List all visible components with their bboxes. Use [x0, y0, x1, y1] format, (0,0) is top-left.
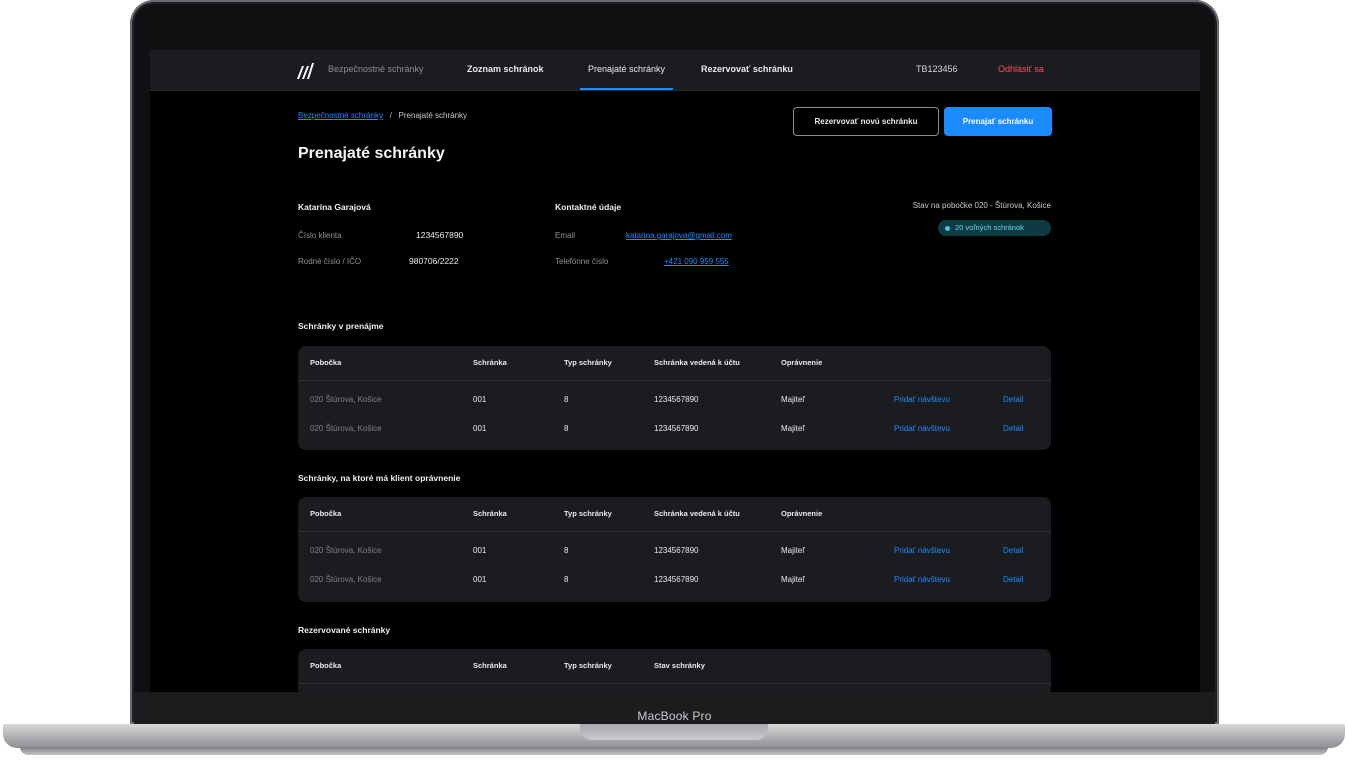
col-type: Typ schránky [564, 509, 612, 518]
client-number-value: 1234567890 [416, 230, 464, 240]
table-row: 020 Štúrova, Košice 001 8 1234567890 Maj… [298, 538, 1051, 567]
col-branch: Pobočka [310, 661, 342, 670]
cell-box: 001 [473, 546, 487, 555]
add-visit-link[interactable]: Pridať návštevu [894, 424, 950, 433]
rent-box-button[interactable]: Prenajať schránku [944, 107, 1052, 136]
col-type: Typ schránky [564, 661, 612, 670]
cell-box: 001 [473, 424, 487, 433]
add-visit-link[interactable]: Pridať návštevu [894, 575, 950, 584]
cell-account: 1234567890 [654, 575, 699, 584]
bank-logo-icon[interactable] [295, 62, 315, 80]
cell-branch: 020 Štúrova, Košice [310, 546, 382, 555]
free-boxes-badge: 20 voľných schránok [938, 220, 1051, 236]
cell-permission: Majiteľ [781, 575, 805, 584]
cell-account: 1234567890 [654, 395, 699, 404]
top-navigation-bar: Bezpečnostné schránky Zoznam schránok Pr… [150, 50, 1200, 91]
col-box: Schránka [473, 358, 507, 367]
contact-title: Kontaktné údaje [555, 202, 622, 212]
cell-permission: Majiteľ [781, 395, 805, 404]
phone-link[interactable]: +421 090 959 555 [664, 257, 729, 266]
cell-box: 001 [473, 395, 487, 404]
nav-rented-boxes[interactable]: Prenajaté schránky [580, 50, 673, 90]
col-account: Schránka vedená k účtu [654, 509, 740, 518]
free-boxes-text: 20 voľných schránok [955, 223, 1024, 232]
email-label: Email [555, 231, 576, 240]
breadcrumb-current: Prenajaté schránky [398, 111, 468, 120]
cell-type: 8 [564, 546, 569, 555]
breadcrumb: Bezpečnostné schránky / Prenajaté schrán… [298, 111, 467, 120]
logout-link[interactable]: Odhlásiť sa [998, 64, 1044, 74]
email-link[interactable]: katarina.garajova@gmail.com [626, 231, 732, 240]
cell-permission: Majiteľ [781, 546, 805, 555]
cell-permission: Majiteľ [781, 424, 805, 433]
laptop-bezel-bottom: MacBook Pro [134, 692, 1215, 724]
detail-link[interactable]: Detail [1003, 424, 1023, 433]
cell-account: 1234567890 [654, 424, 699, 433]
rented-boxes-table: Pobočka Schránka Typ schránky Schránka v… [298, 346, 1051, 450]
col-branch: Pobočka [310, 358, 342, 367]
birth-number-label: Rodné číslo / IČO [298, 257, 362, 266]
col-type: Typ schránky [564, 358, 612, 367]
add-visit-link[interactable]: Pridať návštevu [894, 546, 950, 555]
col-box: Schránka [473, 509, 507, 518]
breadcrumb-root-link[interactable]: Bezpečnostné schránky [298, 111, 383, 120]
brand-name[interactable]: Bezpečnostné schránky [328, 64, 424, 74]
user-id: TB123456 [916, 64, 958, 74]
birth-number-value: 980706/2222 [409, 256, 459, 266]
authorized-boxes-table: Pobočka Schránka Typ schránky Schránka v… [298, 497, 1051, 602]
table-header: Pobočka Schránka Typ schránky Schránka v… [298, 497, 1051, 532]
detail-link[interactable]: Detail [1003, 575, 1023, 584]
breadcrumb-separator: / [389, 111, 392, 120]
cell-box: 001 [473, 575, 487, 584]
table-row: 020 Štúrova, Košice 001 8 1234567890 Maj… [298, 416, 1051, 445]
cell-type: 8 [564, 575, 569, 584]
add-visit-link[interactable]: Pridať návštevu [894, 395, 950, 404]
cell-branch: 020 Štúrova, Košice [310, 395, 382, 404]
col-permission: Oprávnenie [781, 358, 823, 367]
cell-branch: 020 Štúrova, Košice [310, 575, 382, 584]
section-authorized-title: Schránky, na ktoré má klient oprávnenie [298, 473, 461, 483]
detail-link[interactable]: Detail [1003, 395, 1023, 404]
cell-type: 8 [564, 395, 569, 404]
laptop-notch [580, 724, 768, 740]
col-permission: Oprávnenie [781, 509, 823, 518]
col-branch: Pobočka [310, 509, 342, 518]
app-screen: Bezpečnostné schránky Zoznam schránok Pr… [150, 50, 1200, 692]
nav-reserve-box[interactable]: Rezervovať schránku [701, 50, 793, 90]
page-title: Prenajaté schránky [298, 145, 445, 162]
device-label: MacBook Pro [637, 709, 712, 723]
section-rented-title: Schránky v prenájme [298, 321, 384, 331]
table-header: Pobočka Schránka Typ schránky Schránka v… [298, 346, 1051, 381]
client-name: Katarína Garajová [298, 202, 371, 212]
status-dot-icon [945, 226, 950, 231]
cell-branch: 020 Štúrova, Košice [310, 424, 382, 433]
reserved-boxes-table: Pobočka Schránka Typ schránky Stav schrá… [298, 649, 1051, 692]
branch-state: Stav na pobočke 020 - Štúrova, Košice [912, 201, 1051, 210]
col-box-state: Stav schránky [654, 661, 705, 670]
laptop-base-edge [20, 747, 1328, 755]
table-header: Pobočka Schránka Typ schránky Stav schrá… [298, 649, 1051, 684]
phone-label: Telefónne číslo [555, 257, 609, 266]
client-number-label: Číslo klienta [298, 231, 342, 240]
cell-type: 8 [564, 424, 569, 433]
table-row: 020 Štúrova, Košice 001 8 1234567890 Maj… [298, 387, 1051, 416]
col-account: Schránka vedená k účtu [654, 358, 740, 367]
detail-link[interactable]: Detail [1003, 546, 1023, 555]
cell-account: 1234567890 [654, 546, 699, 555]
table-row: 020 Štúrova, Košice 001 8 1234567890 Maj… [298, 567, 1051, 596]
section-reserved-title: Rezervované schránky [298, 625, 391, 635]
nav-box-list[interactable]: Zoznam schránok [467, 50, 544, 90]
col-box: Schránka [473, 661, 507, 670]
reserve-new-box-button[interactable]: Rezervovať novú schránku [793, 107, 939, 136]
